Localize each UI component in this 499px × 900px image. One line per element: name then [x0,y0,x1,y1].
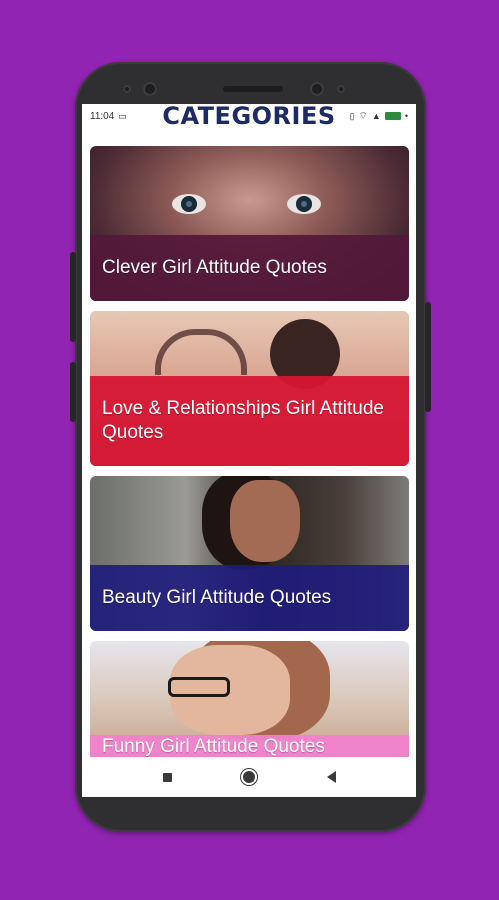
front-camera-icon [143,82,157,96]
category-band: Beauty Girl Attitude Quotes [90,565,409,631]
category-card-clever[interactable]: Clever Girl Attitude Quotes [90,146,409,301]
category-card-funny[interactable]: Funny Girl Attitude Quotes [90,641,409,761]
phone-top-hardware [75,76,426,106]
heart-hands-image [155,329,247,375]
back-button[interactable] [321,767,341,787]
category-label: Clever Girl Attitude Quotes [102,257,327,278]
eye-right [287,194,321,214]
sim-icon: ▯ [349,110,355,121]
signal-icon: ▲ [371,111,381,121]
category-label: Love & Relationships Girl Attitude Quote… [102,398,384,443]
battery-icon [384,112,401,120]
recents-icon [162,772,172,782]
category-band: Clever Girl Attitude Quotes [90,235,409,301]
power-button [425,302,431,412]
category-card-love[interactable]: Love & Relationships Girl Attitude Quote… [90,311,409,466]
home-icon [243,771,255,783]
recents-button[interactable] [157,767,177,787]
category-card-beauty[interactable]: Beauty Girl Attitude Quotes [90,476,409,631]
category-list[interactable]: Clever Girl Attitude Quotes Love & Relat… [90,146,409,771]
sensor-icon [123,85,131,93]
glasses-image [168,677,230,697]
status-time: 11:04 [90,110,115,122]
earpiece-speaker [223,86,283,92]
beauty-face-image [230,480,300,562]
category-label: Funny Girl Attitude Quotes [102,736,325,757]
sensor-2-icon [337,85,345,93]
eye-left [172,194,206,214]
screenshot-icon: ▭ [118,110,127,121]
category-label: Beauty Girl Attitude Quotes [102,587,332,608]
front-camera-2-icon [310,82,324,96]
wifi-icon: ⌔ [358,110,368,122]
home-button[interactable] [239,767,259,787]
volume-up-button [70,252,76,342]
more-status-icon: • [404,111,408,121]
app-screen: 11:04 ▭ ▯ ⌔ ▲ • CATEGORIES Clever Girl A… [82,104,416,797]
volume-down-button [70,362,76,422]
system-nav-bar [82,757,416,797]
back-icon [326,771,336,783]
category-band: Love & Relationships Girl Attitude Quote… [90,376,409,466]
status-bar: 11:04 ▭ ▯ ⌔ ▲ • [82,104,416,128]
